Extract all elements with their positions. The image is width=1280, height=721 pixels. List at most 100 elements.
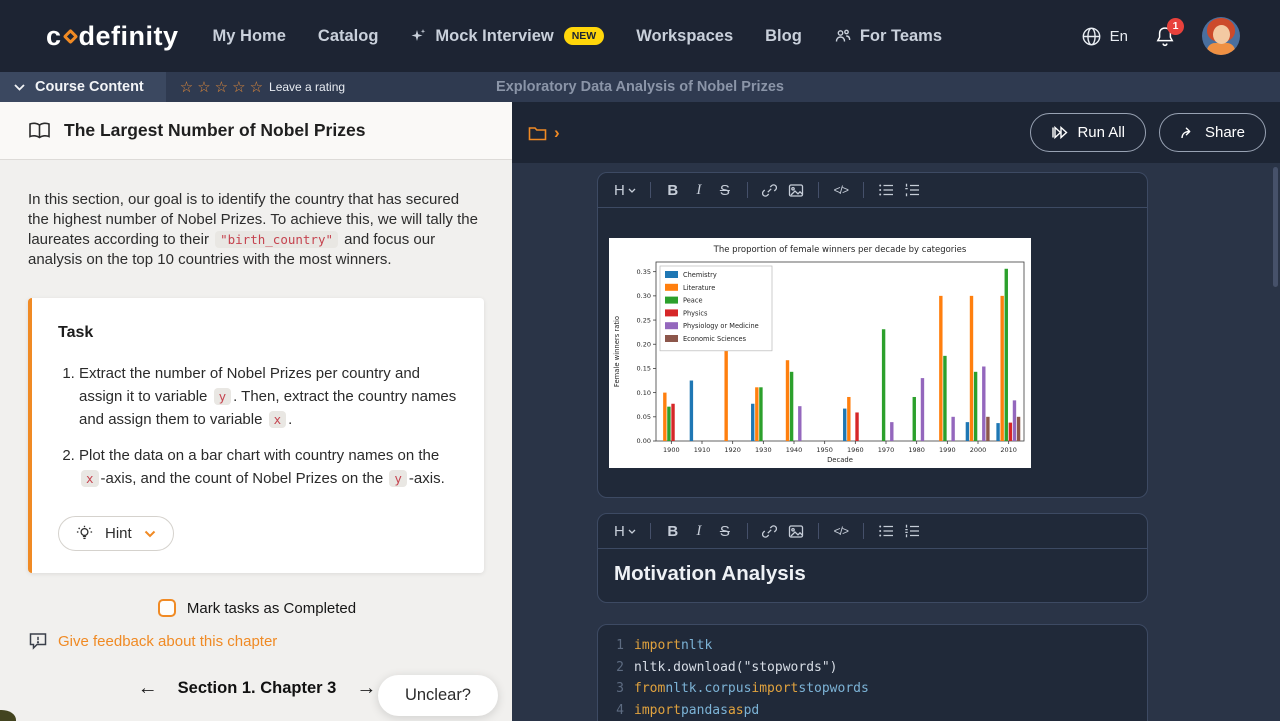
strikethrough-button[interactable]: S <box>713 519 737 543</box>
heading-button[interactable]: H <box>610 519 640 543</box>
bullet-list-icon <box>878 183 894 197</box>
svg-text:1980: 1980 <box>908 446 925 454</box>
code-button[interactable]: </> <box>829 519 853 543</box>
mark-completed-row[interactable]: Mark tasks as Completed <box>28 599 486 617</box>
svg-text:Literature: Literature <box>683 284 715 292</box>
editor-toolbar: H B I S </> < line x1="1.3" y1="8.4" x2=… <box>598 173 1147 208</box>
code-line[interactable]: 2nltk.download("stopwords") <box>598 657 1147 679</box>
star-icon[interactable]: ☆ <box>250 80 263 95</box>
chapter-label: Section 1. Chapter 3 <box>178 679 337 698</box>
star-icon[interactable]: ☆ <box>197 80 210 95</box>
toolbar-divider <box>747 523 748 539</box>
svg-text:0.20: 0.20 <box>637 340 651 348</box>
avatar-shirt <box>1207 43 1235 55</box>
course-rating[interactable]: ☆ ☆ ☆ ☆ ☆ <box>180 80 263 95</box>
star-icon[interactable]: ☆ <box>232 80 245 95</box>
code-button[interactable]: </> <box>829 178 853 202</box>
toolbar-divider <box>818 523 819 539</box>
heading-button[interactable]: H <box>610 178 640 202</box>
inline-code: "birth_country" <box>215 231 338 248</box>
bold-button[interactable]: B <box>661 178 685 202</box>
line-number: 1 <box>606 635 624 657</box>
star-icon[interactable]: ☆ <box>215 80 228 95</box>
link-icon <box>762 524 777 539</box>
avatar-face <box>1213 25 1230 44</box>
svg-text:1930: 1930 <box>755 446 772 454</box>
code-token: pandas <box>681 700 728 721</box>
strikethrough-button[interactable]: S <box>713 178 737 202</box>
svg-text:Physiology or Medicine: Physiology or Medicine <box>683 322 759 330</box>
language-selector[interactable]: En <box>1081 26 1128 47</box>
mark-completed-checkbox[interactable] <box>158 599 176 617</box>
book-icon <box>28 121 51 140</box>
bullet-list-button[interactable] <box>874 178 898 202</box>
notifications-button[interactable]: 1 <box>1154 25 1176 48</box>
notebook-scroll-area[interactable]: H B I S </> < line x1="1.3" y1="8.4" x2=… <box>512 163 1280 721</box>
bold-button[interactable]: B <box>661 519 685 543</box>
svg-text:1910: 1910 <box>694 446 711 454</box>
svg-text:0.00: 0.00 <box>637 437 651 445</box>
nav-mock-interview[interactable]: Mock Interview NEW <box>410 27 604 46</box>
share-button[interactable]: Share <box>1159 113 1266 152</box>
run-all-button[interactable]: Run All <box>1030 113 1146 152</box>
chevron-down-icon <box>628 188 636 193</box>
feedback-link[interactable]: Give feedback about this chapter <box>28 632 486 651</box>
codefinity-logo[interactable]: c definity <box>46 21 179 52</box>
workspace-topbar: › Run All Share <box>512 102 1280 163</box>
link-button[interactable] <box>758 519 782 543</box>
next-chapter-arrow[interactable]: → <box>356 677 376 700</box>
code-line[interactable]: 1import nltk <box>598 635 1147 657</box>
prev-chapter-arrow[interactable]: ← <box>138 677 158 700</box>
code-cell[interactable]: 1import nltk2nltk.download("stopwords")3… <box>597 624 1148 721</box>
svg-text:2010: 2010 <box>1000 446 1017 454</box>
nav-for-teams[interactable]: For Teams <box>834 27 942 46</box>
code-line[interactable]: 4import pandas as pd <box>598 700 1147 721</box>
line-number: 4 <box>606 700 624 721</box>
svg-text:1940: 1940 <box>786 446 803 454</box>
task-heading: Task <box>58 324 460 342</box>
image-button[interactable] <box>784 178 808 202</box>
nav-catalog[interactable]: Catalog <box>318 27 379 46</box>
code-token: "stopwords" <box>744 657 830 679</box>
image-button[interactable] <box>784 519 808 543</box>
star-icon[interactable]: ☆ <box>180 80 193 95</box>
task-box: Task Extract the number of Nobel Prizes … <box>28 298 484 573</box>
italic-button[interactable]: I <box>687 178 711 202</box>
ordered-list-button[interactable]: < line x1="1.3" y1="8.4" x2="3.7" y2="8.… <box>900 178 924 202</box>
hint-button[interactable]: Hint <box>58 516 174 551</box>
chevron-down-icon <box>14 84 25 91</box>
markdown-heading-row[interactable]: Motivation Analysis <box>598 549 1147 602</box>
bullet-list-button[interactable] <box>874 519 898 543</box>
svg-text:Physics: Physics <box>683 309 708 317</box>
new-badge: NEW <box>564 27 605 45</box>
code-token: stopwords <box>798 678 868 700</box>
inline-code: x <box>81 470 99 487</box>
task-list: Extract the number of Nobel Prizes per c… <box>58 362 460 490</box>
code-token: import <box>751 678 798 700</box>
nav-workspaces[interactable]: Workspaces <box>636 27 733 46</box>
nav-my-home[interactable]: My Home <box>213 27 286 46</box>
notification-badge: 1 <box>1167 18 1184 35</box>
text-segment: Plot the data on a bar chart with countr… <box>79 447 439 464</box>
scrollbar-thumb[interactable] <box>1273 167 1278 287</box>
inline-code: x <box>269 411 287 428</box>
globe-icon <box>1081 26 1102 47</box>
ordered-list-icon: < line x1="1.3" y1="8.4" x2="3.7" y2="8.… <box>904 183 920 197</box>
italic-button[interactable]: I <box>687 519 711 543</box>
inline-code: y <box>214 388 232 405</box>
share-icon <box>1180 125 1196 140</box>
lesson-title: The Largest Number of Nobel Prizes <box>64 120 365 141</box>
code-line[interactable]: 3from nltk.corpus import stopwords <box>598 678 1147 700</box>
toolbar-divider <box>818 182 819 198</box>
file-breadcrumb[interactable]: › <box>528 123 560 143</box>
code-token: nltk.download( <box>634 657 744 679</box>
unclear-button[interactable]: Unclear? <box>378 675 498 716</box>
nav-blog[interactable]: Blog <box>765 27 802 46</box>
course-content-toggle[interactable]: Course Content <box>0 72 166 102</box>
ordered-list-button[interactable] <box>900 519 924 543</box>
user-avatar[interactable] <box>1202 17 1240 55</box>
svg-text:0.05: 0.05 <box>637 413 651 421</box>
markdown-cell-heading: H B I S </> Mo <box>597 513 1148 603</box>
link-button[interactable] <box>758 178 782 202</box>
inline-code: y <box>389 470 407 487</box>
